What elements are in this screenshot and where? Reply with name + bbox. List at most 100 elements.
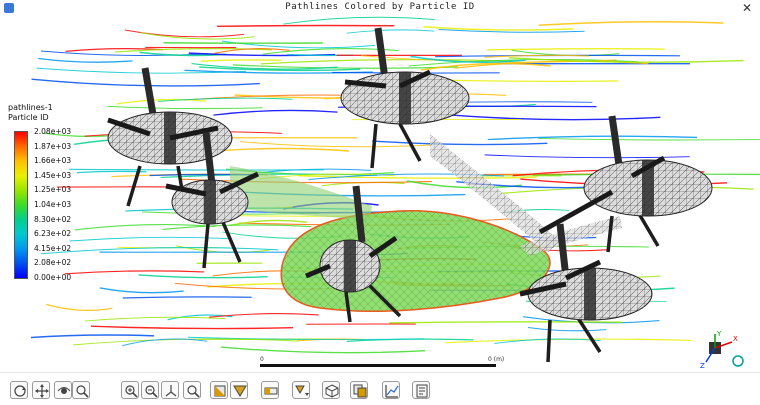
rotor-leg (548, 320, 550, 362)
pathline (158, 98, 292, 101)
pathline (221, 347, 425, 353)
pathline (65, 271, 205, 274)
pathline (217, 26, 394, 27)
pathline (69, 169, 324, 170)
colorbar-tick-label: 2.08e+02 (34, 258, 71, 267)
pathline (539, 22, 724, 25)
zoom-out-icon (143, 383, 159, 399)
pathline (538, 138, 760, 140)
legend-title: pathlines-1 Particle ID (8, 103, 53, 123)
display-mode-icon (263, 383, 279, 399)
colorbar-tick-label: 1.04e+03 (34, 200, 71, 209)
colorbar-tick-label: 1.45e+03 (34, 171, 71, 180)
scale-bar: 0 0 (m) (258, 356, 498, 372)
display-mode-button[interactable] (261, 381, 279, 399)
pathline (77, 171, 147, 172)
pathline (107, 106, 262, 108)
rotor-leg (204, 224, 208, 268)
pathline (100, 288, 184, 293)
close-button[interactable]: ✕ (740, 0, 754, 16)
triad-y-label: Y (716, 330, 722, 338)
rotate-icon (12, 383, 28, 399)
pathline (123, 297, 252, 298)
zoom-icon (74, 383, 90, 399)
pathline (372, 141, 547, 144)
fit-view-icon (163, 383, 179, 399)
rotor-hub-core (584, 268, 596, 320)
rotor-assemblies (108, 28, 712, 362)
pathline (162, 225, 311, 230)
pathline (429, 113, 661, 119)
pathline (37, 68, 246, 73)
rotate-3d-button[interactable] (54, 381, 72, 399)
triad-z-label: Z (700, 362, 705, 370)
graphics-viewport[interactable]: pathlines-1 Particle ID 2.08e+03 1.87e+03… (0, 16, 760, 372)
plot-button[interactable] (382, 381, 400, 399)
rotor-hub-core (204, 180, 216, 224)
rotor-leg (638, 212, 658, 246)
zoom-fit-icon (185, 383, 201, 399)
pan-button[interactable] (32, 381, 50, 399)
axis-triad[interactable]: X Y Z (700, 330, 748, 370)
pathline (233, 65, 458, 68)
view-icon (232, 383, 248, 399)
pathline (444, 80, 619, 81)
view-orientation-button[interactable] (230, 381, 248, 399)
colorbar-tick-label: 8.30e+02 (34, 215, 71, 224)
perspective-icon (212, 383, 228, 399)
rotor-leg (372, 124, 376, 168)
report-icon (414, 383, 430, 399)
colorbar-tick-label: 4.15e+02 (34, 244, 71, 253)
pathline (487, 49, 665, 50)
pathline (283, 17, 435, 24)
plot-icon (384, 383, 400, 399)
triad-rotate-icon[interactable] (733, 356, 743, 366)
cube-icon (324, 383, 340, 399)
copy-view-button[interactable] (350, 381, 368, 399)
perspective-button[interactable] (210, 381, 228, 399)
pathline (528, 327, 606, 330)
pathline (31, 335, 154, 338)
pathline (347, 30, 435, 33)
copy-icon (352, 383, 368, 399)
window-title: Pathlines Colored by Particle ID (0, 2, 760, 12)
zoom-in-button[interactable] (121, 381, 139, 399)
rotor-hub-core (344, 240, 356, 292)
rotate-view-button[interactable] (10, 381, 28, 399)
pathline (38, 58, 132, 62)
colorbar-tick-label: 1.66e+03 (34, 156, 71, 165)
pathline (116, 99, 206, 104)
views-dropdown-icon (294, 383, 310, 399)
pathline (201, 60, 281, 61)
graphics-toolbar (0, 372, 760, 405)
colorbar-tick-label: 2.08e+03 (34, 127, 71, 136)
fit-view-button[interactable] (161, 381, 179, 399)
pathline-scene (0, 16, 760, 372)
pathline (139, 275, 268, 278)
rotor-leg (222, 220, 240, 262)
title-bar: Pathlines Colored by Particle ID ✕ (0, 0, 760, 17)
zoom-button[interactable] (72, 381, 90, 399)
pathline (91, 326, 293, 328)
pan-icon (34, 383, 50, 399)
views-dropdown-button[interactable] (292, 381, 310, 399)
pathline (85, 317, 226, 321)
report-button[interactable] (412, 381, 430, 399)
colorbar (14, 131, 28, 279)
zoom-out-button[interactable] (141, 381, 159, 399)
colorbar-tick-label: 0.00e+00 (34, 273, 71, 282)
zoom-to-fit-button[interactable] (183, 381, 201, 399)
pathline (485, 155, 690, 158)
pathline (222, 41, 375, 48)
rotate-3d-icon (56, 383, 72, 399)
zoom-in-icon (123, 383, 139, 399)
colorbar-tick-label: 1.25e+03 (34, 185, 71, 194)
scale-bar-end-label: 0 (m) (488, 356, 504, 363)
isometric-view-button[interactable] (322, 381, 340, 399)
colorbar-tick-label: 1.87e+03 (34, 142, 71, 151)
triad-x-label: X (733, 335, 738, 343)
pathline (141, 33, 255, 39)
pathline (46, 304, 112, 310)
pathline (512, 50, 620, 55)
pathline (41, 248, 278, 254)
